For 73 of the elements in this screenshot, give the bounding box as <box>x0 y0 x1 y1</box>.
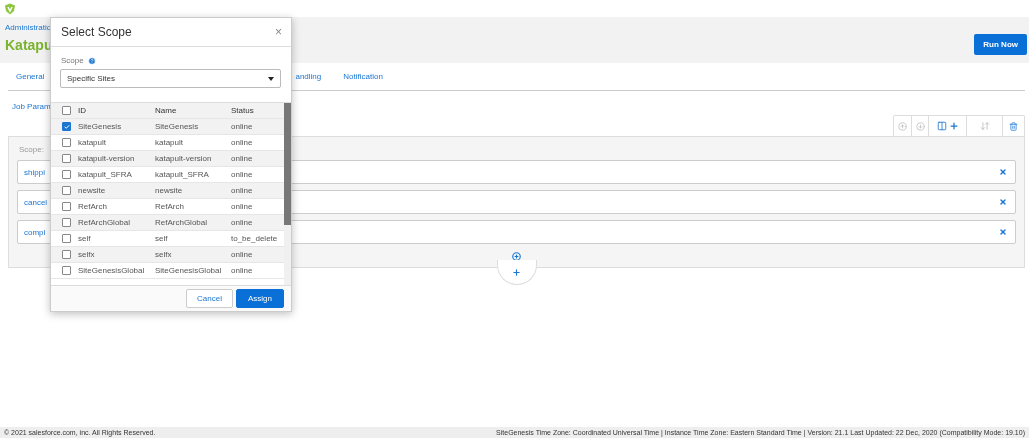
table-cell-text: online <box>231 202 254 211</box>
scope-label: Scope: <box>19 145 45 154</box>
table-cell-text: to_be_delete <box>231 234 279 243</box>
step-name: cancel <box>24 197 48 207</box>
table-cell-text: self <box>78 234 92 243</box>
toolbar-button[interactable] <box>1002 116 1024 136</box>
remove-icon[interactable] <box>999 198 1007 206</box>
table-cell-text: self <box>155 234 169 243</box>
table-cell-text: SiteGenesis <box>155 122 200 131</box>
dialog-title: Select Scope <box>61 25 132 39</box>
tab[interactable]: General <box>16 72 45 81</box>
table-cell-text: RefArch <box>78 202 108 211</box>
remove-icon[interactable] <box>999 168 1007 176</box>
caret-icon <box>268 76 274 81</box>
table-cell-text: SiteGenesisGlobal <box>78 266 146 275</box>
arrow-down-icon <box>915 121 925 131</box>
step-name: shippi <box>24 167 45 177</box>
table-cell-text: katapult <box>155 138 185 147</box>
assign-button[interactable]: Assign <box>236 289 284 308</box>
table-cell-text: RefArch <box>155 202 185 211</box>
row-checkbox[interactable] <box>62 218 71 227</box>
run-now-button[interactable]: Run Now <box>974 34 1027 55</box>
sort-icon <box>979 121 990 131</box>
row-checkbox[interactable] <box>62 186 71 195</box>
table-cell-text: katapult <box>78 138 108 147</box>
table-cell-text: selfx <box>155 250 173 259</box>
column-header: Name <box>155 106 178 115</box>
tab[interactable]: andling <box>295 72 322 81</box>
row-checkbox[interactable] <box>62 250 71 259</box>
row-checkbox[interactable] <box>62 266 71 275</box>
table-cell-text: online <box>231 154 254 163</box>
table-cell-text: online <box>231 138 254 147</box>
row-checkbox[interactable] <box>62 170 71 179</box>
trash-icon <box>1009 121 1018 131</box>
table-cell-text: katapult_SFRA <box>155 170 210 179</box>
table-cell-text: online <box>231 250 254 259</box>
row-checkbox[interactable] <box>62 234 71 243</box>
table-cell-text: online <box>231 266 254 275</box>
plus-icon <box>512 267 521 277</box>
tab[interactable]: Notification <box>343 72 383 81</box>
table-cell-text: selfx <box>78 250 96 259</box>
column-header: Status <box>231 106 255 115</box>
table-cell-text: SiteGenesis <box>78 122 123 131</box>
row-checkbox[interactable] <box>62 138 71 147</box>
table-cell-text: katapult-version <box>155 154 213 163</box>
row-checkbox[interactable] <box>62 122 71 131</box>
table-cell-text: online <box>231 218 254 227</box>
remove-icon[interactable] <box>999 228 1007 236</box>
help-icon[interactable] <box>87 56 96 65</box>
logo-icon <box>4 2 16 15</box>
section-link[interactable]: Job Param <box>12 102 51 111</box>
table-cell-text: RefArchGlobal <box>155 218 209 227</box>
select-all-checkbox[interactable] <box>62 106 71 115</box>
column-header: ID <box>78 106 87 115</box>
plus-icon <box>948 121 959 131</box>
arrow-up-icon <box>898 121 907 131</box>
breadcrumb-link[interactable]: Administratio <box>5 23 53 32</box>
table-cell-text: RefArchGlobal <box>78 218 132 227</box>
row-checkbox[interactable] <box>62 154 71 163</box>
cancel-button[interactable]: Cancel <box>186 289 233 308</box>
table-cell-text: online <box>231 170 254 179</box>
scope-select[interactable]: Specific Sites <box>60 69 281 88</box>
scope-label: Scope <box>61 56 84 65</box>
table-cell-text: katapult-version <box>78 154 136 163</box>
table-cell-text: SiteGenesisGlobal <box>155 266 223 275</box>
table-cell-text: online <box>231 122 254 131</box>
add-icon[interactable] <box>512 252 521 261</box>
row-checkbox[interactable] <box>62 202 71 211</box>
close-button[interactable]: × <box>275 25 282 39</box>
scrollbar[interactable] <box>284 103 291 285</box>
table-cell-text: katapult_SFRA <box>78 170 133 179</box>
step-name: compl <box>24 227 46 237</box>
columns-icon <box>936 121 947 131</box>
